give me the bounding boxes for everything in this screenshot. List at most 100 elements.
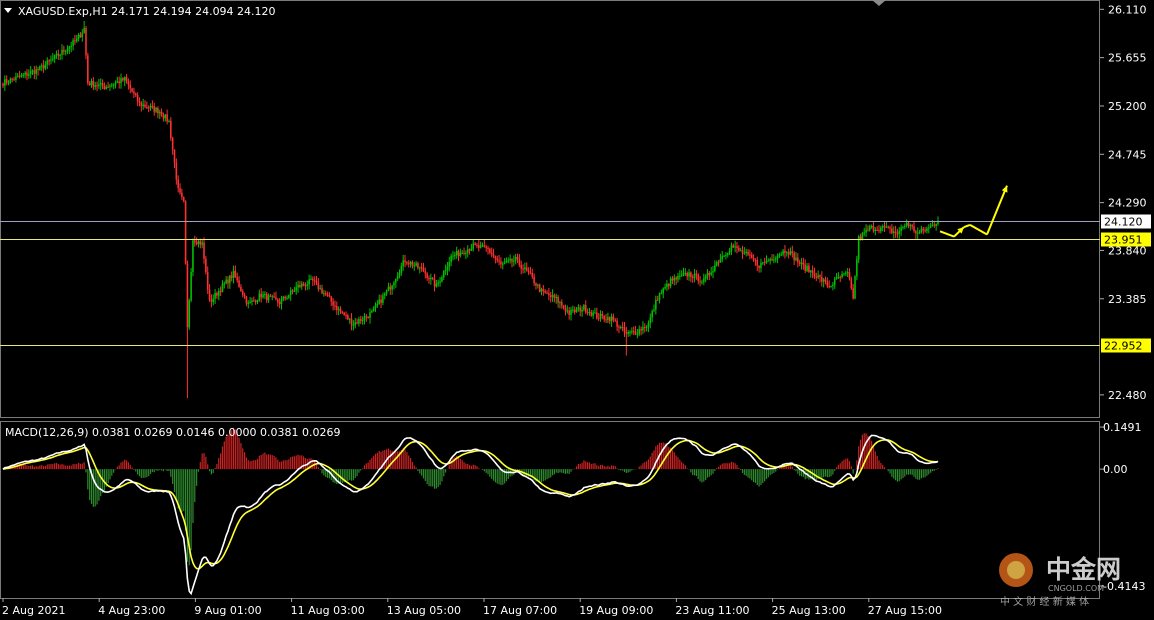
candle-body	[160, 111, 163, 116]
candle-body	[736, 246, 738, 248]
candle-body	[537, 284, 539, 286]
candle-body	[832, 284, 834, 287]
candle-body	[51, 58, 54, 60]
candle-body	[323, 293, 325, 295]
candle-body	[179, 188, 181, 193]
candle-body	[341, 311, 344, 313]
candle-body	[334, 305, 336, 307]
candle-body	[280, 299, 283, 305]
candle-body	[647, 322, 650, 327]
candle-body	[146, 106, 148, 108]
candle-body	[383, 293, 386, 296]
candle-body	[575, 309, 578, 313]
candle-body	[157, 107, 159, 114]
price-chart[interactable]: 23.95122.95224.120 26.11025.65525.20024.…	[0, 0, 1154, 620]
candle-body	[916, 232, 919, 234]
candle-body	[573, 309, 576, 313]
candle-body	[785, 252, 788, 254]
candle-body	[861, 232, 864, 240]
candle-body	[190, 271, 192, 301]
candle-body	[601, 313, 604, 316]
candle-body	[904, 225, 906, 227]
candle-body	[57, 53, 60, 56]
candle-body	[400, 265, 403, 274]
candle-body	[638, 329, 641, 335]
candle-body	[684, 272, 687, 274]
candle-body	[208, 289, 211, 301]
candle-body	[848, 272, 851, 279]
candle-body	[136, 94, 139, 102]
candle-body	[782, 250, 784, 255]
candle-body	[356, 322, 358, 324]
candle-body	[798, 262, 801, 264]
candle-body	[170, 121, 172, 138]
bid-tag-label: 24.120	[1104, 216, 1143, 229]
symbol-header: XAGUSD.Exp,H1 24.171 24.194 24.094 24.12…	[18, 5, 276, 18]
price-tick-label: 23.385	[1108, 293, 1147, 306]
candle-body	[756, 260, 759, 266]
watermark-brand: 中金网	[1046, 555, 1121, 584]
price-tick-label: 24.745	[1108, 148, 1147, 161]
candle-body	[271, 296, 274, 298]
candle-body	[195, 242, 198, 245]
candle-body	[773, 259, 775, 261]
candle-body	[81, 32, 84, 38]
candle-body	[636, 334, 639, 336]
candle-body	[18, 75, 21, 77]
candle-body	[714, 265, 716, 271]
candle-body	[859, 236, 862, 240]
candle-body	[655, 299, 657, 310]
candle-body	[767, 260, 770, 262]
candle-body	[116, 81, 119, 83]
candle-body	[155, 107, 157, 112]
candle-body	[37, 69, 39, 71]
candle-body	[83, 28, 85, 33]
candle-body	[675, 277, 677, 280]
candle-body	[518, 258, 521, 265]
candle-body	[559, 302, 561, 304]
candle-body	[295, 287, 298, 291]
candle-body	[40, 65, 43, 67]
candle-body	[658, 293, 661, 301]
candle-body	[418, 267, 421, 269]
candle-body	[9, 78, 12, 83]
candle-body	[704, 276, 707, 279]
candle-body	[409, 262, 412, 265]
candle-body	[870, 226, 873, 228]
candle-body	[752, 257, 755, 261]
candle-body	[540, 289, 543, 292]
candle-body	[435, 283, 438, 287]
candle-body	[15, 76, 17, 80]
candle-body	[359, 319, 362, 321]
candle-body	[524, 267, 526, 269]
candle-body	[868, 226, 871, 231]
candle-body	[339, 308, 342, 312]
candle-body	[142, 104, 144, 107]
candle-body	[920, 228, 923, 233]
candle-body	[140, 102, 143, 107]
candle-body	[127, 81, 130, 85]
candle-body	[806, 265, 808, 271]
candle-body	[610, 316, 613, 322]
candle-body	[321, 288, 323, 294]
candle-body	[496, 258, 499, 261]
candle-body	[874, 229, 877, 232]
candle-body	[750, 254, 753, 258]
candle-body	[824, 279, 827, 282]
candle-body	[50, 59, 52, 61]
candle-body	[645, 326, 648, 328]
candle-body	[29, 71, 32, 75]
time-tick-label: 9 Aug 01:00	[194, 604, 261, 617]
candle-body	[114, 82, 117, 85]
candle-body	[607, 317, 609, 321]
candle-body	[39, 66, 41, 70]
time-tick-label: 4 Aug 23:00	[98, 604, 165, 617]
macd-tick-label: 0.00	[1103, 463, 1128, 476]
candle-body	[312, 278, 314, 281]
candle-body	[809, 270, 812, 273]
candle-body	[332, 301, 334, 306]
candle-body	[780, 254, 783, 256]
watermark-domain: CNGOLD.COM	[1048, 584, 1104, 593]
candle-body	[732, 245, 735, 248]
candle-body	[929, 225, 932, 228]
